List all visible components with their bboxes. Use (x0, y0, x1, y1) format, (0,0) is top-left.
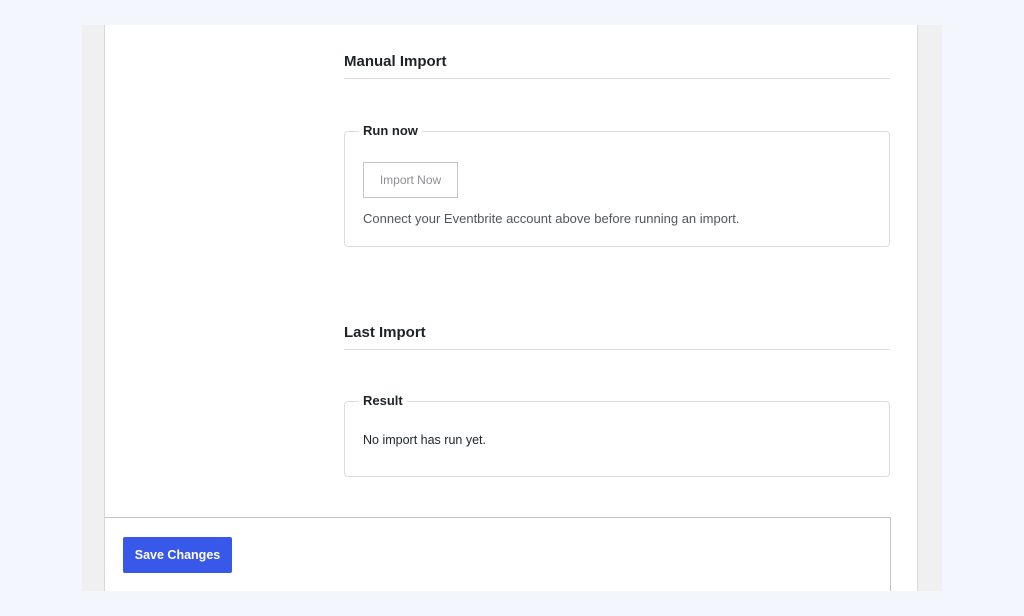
settings-panel: Manual Import Run now Import Now Connect… (104, 25, 918, 591)
last-import-heading: Last Import (344, 324, 890, 350)
manual-import-heading: Manual Import (344, 53, 890, 79)
form-footer: Save Changes (105, 517, 891, 591)
run-now-legend: Run now (359, 123, 422, 138)
save-changes-button[interactable]: Save Changes (123, 537, 232, 573)
import-now-button[interactable]: Import Now (363, 162, 458, 198)
run-now-fieldset: Run now Import Now Connect your Eventbri… (344, 123, 890, 247)
import-help-text: Connect your Eventbrite account above be… (363, 211, 740, 226)
result-legend: Result (359, 393, 407, 408)
result-fieldset: Result No import has run yet. (344, 393, 890, 477)
result-text: No import has run yet. (363, 433, 486, 447)
page-frame: Manual Import Run now Import Now Connect… (82, 25, 942, 591)
